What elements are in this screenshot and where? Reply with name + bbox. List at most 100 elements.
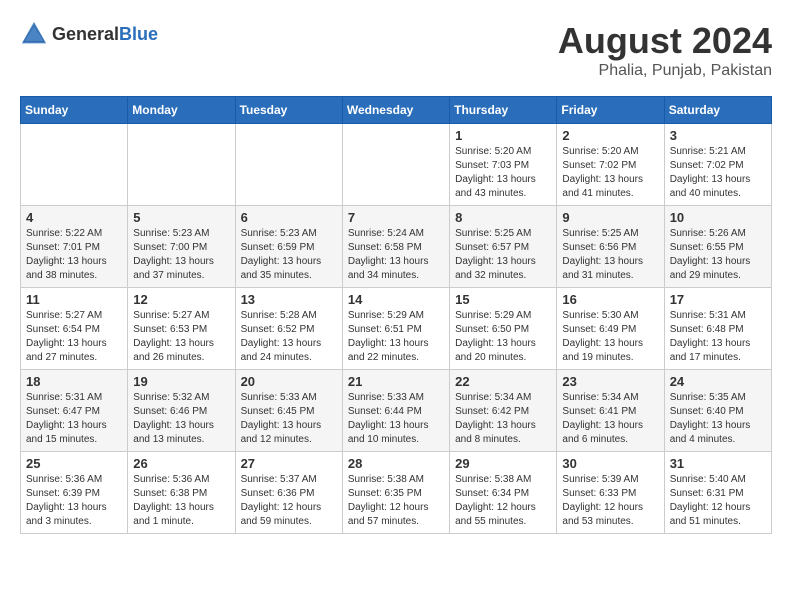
day-number: 1 xyxy=(455,128,551,143)
day-number: 12 xyxy=(133,292,229,307)
calendar-week-4: 18 Sunrise: 5:31 AM Sunset: 6:47 PM Dayli… xyxy=(21,370,772,452)
day-info: Sunrise: 5:29 AM Sunset: 6:50 PM Dayligh… xyxy=(455,309,551,365)
calendar-cell: 29 Sunrise: 5:38 AM Sunset: 6:34 PM Dayli… xyxy=(450,452,557,534)
day-number: 2 xyxy=(562,128,658,143)
calendar-cell: 9 Sunrise: 5:25 AM Sunset: 6:56 PM Daylig… xyxy=(557,206,664,288)
calendar-cell: 7Sunrise: 5:24 AM Sunset: 6:58 PM Daylig… xyxy=(342,206,449,288)
day-number: 20 xyxy=(241,374,337,389)
calendar-cell: 17 Sunrise: 5:31 AM Sunset: 6:48 PM Dayli… xyxy=(664,288,771,370)
day-info: Sunrise: 5:22 AM Sunset: 7:01 PM Dayligh… xyxy=(26,227,122,283)
day-info: Sunrise: 5:24 AM Sunset: 6:58 PM Dayligh… xyxy=(348,227,444,283)
calendar-week-3: 11Sunrise: 5:27 AM Sunset: 6:54 PM Dayli… xyxy=(21,288,772,370)
day-info: Sunrise: 5:32 AM Sunset: 6:46 PM Dayligh… xyxy=(133,391,229,447)
calendar-cell: 31 Sunrise: 5:40 AM Sunset: 6:31 PM Dayli… xyxy=(664,452,771,534)
day-info: Sunrise: 5:26 AM Sunset: 6:55 PM Dayligh… xyxy=(670,227,766,283)
calendar-table: SundayMondayTuesdayWednesdayThursdayFrid… xyxy=(20,96,772,534)
day-info: Sunrise: 5:28 AM Sunset: 6:52 PM Dayligh… xyxy=(241,309,337,365)
day-number: 9 xyxy=(562,210,658,225)
day-number: 29 xyxy=(455,456,551,471)
calendar-cell: 24Sunrise: 5:35 AM Sunset: 6:40 PM Dayli… xyxy=(664,370,771,452)
calendar-cell xyxy=(342,124,449,206)
day-info: Sunrise: 5:36 AM Sunset: 6:39 PM Dayligh… xyxy=(26,473,122,529)
day-info: Sunrise: 5:38 AM Sunset: 6:35 PM Dayligh… xyxy=(348,473,444,529)
logo-blue: Blue xyxy=(119,24,158,44)
calendar-cell: 20 Sunrise: 5:33 AM Sunset: 6:45 PM Dayli… xyxy=(235,370,342,452)
calendar-cell: 3 Sunrise: 5:21 AM Sunset: 7:02 PM Daylig… xyxy=(664,124,771,206)
day-number: 10 xyxy=(670,210,766,225)
day-info: Sunrise: 5:27 AM Sunset: 6:53 PM Dayligh… xyxy=(133,309,229,365)
weekday-header-sunday: Sunday xyxy=(21,97,128,124)
calendar-cell: 4 Sunrise: 5:22 AM Sunset: 7:01 PM Daylig… xyxy=(21,206,128,288)
logo: GeneralBlue xyxy=(20,20,158,48)
day-info: Sunrise: 5:25 AM Sunset: 6:56 PM Dayligh… xyxy=(562,227,658,283)
calendar-week-5: 25Sunrise: 5:36 AM Sunset: 6:39 PM Dayli… xyxy=(21,452,772,534)
weekday-header-saturday: Saturday xyxy=(664,97,771,124)
day-info: Sunrise: 5:23 AM Sunset: 7:00 PM Dayligh… xyxy=(133,227,229,283)
day-info: Sunrise: 5:37 AM Sunset: 6:36 PM Dayligh… xyxy=(241,473,337,529)
calendar-cell: 25Sunrise: 5:36 AM Sunset: 6:39 PM Dayli… xyxy=(21,452,128,534)
day-number: 5 xyxy=(133,210,229,225)
day-number: 6 xyxy=(241,210,337,225)
day-info: Sunrise: 5:30 AM Sunset: 6:49 PM Dayligh… xyxy=(562,309,658,365)
day-info: Sunrise: 5:33 AM Sunset: 6:44 PM Dayligh… xyxy=(348,391,444,447)
day-number: 26 xyxy=(133,456,229,471)
calendar-cell: 14Sunrise: 5:29 AM Sunset: 6:51 PM Dayli… xyxy=(342,288,449,370)
calendar-cell: 28 Sunrise: 5:38 AM Sunset: 6:35 PM Dayli… xyxy=(342,452,449,534)
day-number: 22 xyxy=(455,374,551,389)
day-number: 11 xyxy=(26,292,122,307)
title-block: August 2024 Phalia, Punjab, Pakistan xyxy=(558,20,772,80)
day-info: Sunrise: 5:31 AM Sunset: 6:48 PM Dayligh… xyxy=(670,309,766,365)
day-info: Sunrise: 5:39 AM Sunset: 6:33 PM Dayligh… xyxy=(562,473,658,529)
calendar-cell: 10 Sunrise: 5:26 AM Sunset: 6:55 PM Dayli… xyxy=(664,206,771,288)
day-number: 16 xyxy=(562,292,658,307)
day-info: Sunrise: 5:33 AM Sunset: 6:45 PM Dayligh… xyxy=(241,391,337,447)
calendar-cell: 5 Sunrise: 5:23 AM Sunset: 7:00 PM Daylig… xyxy=(128,206,235,288)
day-info: Sunrise: 5:25 AM Sunset: 6:57 PM Dayligh… xyxy=(455,227,551,283)
calendar-cell: 11Sunrise: 5:27 AM Sunset: 6:54 PM Dayli… xyxy=(21,288,128,370)
weekday-header-row: SundayMondayTuesdayWednesdayThursdayFrid… xyxy=(21,97,772,124)
calendar-week-2: 4 Sunrise: 5:22 AM Sunset: 7:01 PM Daylig… xyxy=(21,206,772,288)
calendar-cell: 15 Sunrise: 5:29 AM Sunset: 6:50 PM Dayli… xyxy=(450,288,557,370)
day-number: 8 xyxy=(455,210,551,225)
day-number: 31 xyxy=(670,456,766,471)
day-number: 17 xyxy=(670,292,766,307)
day-number: 28 xyxy=(348,456,444,471)
page-header: GeneralBlue August 2024 Phalia, Punjab, … xyxy=(20,20,772,80)
day-number: 23 xyxy=(562,374,658,389)
day-info: Sunrise: 5:23 AM Sunset: 6:59 PM Dayligh… xyxy=(241,227,337,283)
day-number: 14 xyxy=(348,292,444,307)
weekday-header-monday: Monday xyxy=(128,97,235,124)
day-number: 15 xyxy=(455,292,551,307)
day-info: Sunrise: 5:38 AM Sunset: 6:34 PM Dayligh… xyxy=(455,473,551,529)
day-info: Sunrise: 5:20 AM Sunset: 7:02 PM Dayligh… xyxy=(562,145,658,201)
calendar-cell: 22 Sunrise: 5:34 AM Sunset: 6:42 PM Dayli… xyxy=(450,370,557,452)
day-info: Sunrise: 5:40 AM Sunset: 6:31 PM Dayligh… xyxy=(670,473,766,529)
calendar-cell: 12 Sunrise: 5:27 AM Sunset: 6:53 PM Dayli… xyxy=(128,288,235,370)
calendar-week-1: 1Sunrise: 5:20 AM Sunset: 7:03 PM Daylig… xyxy=(21,124,772,206)
weekday-header-thursday: Thursday xyxy=(450,97,557,124)
day-info: Sunrise: 5:35 AM Sunset: 6:40 PM Dayligh… xyxy=(670,391,766,447)
day-number: 4 xyxy=(26,210,122,225)
logo-general: General xyxy=(52,24,119,44)
weekday-header-friday: Friday xyxy=(557,97,664,124)
calendar-cell: 2 Sunrise: 5:20 AM Sunset: 7:02 PM Daylig… xyxy=(557,124,664,206)
day-info: Sunrise: 5:21 AM Sunset: 7:02 PM Dayligh… xyxy=(670,145,766,201)
calendar-cell: 21Sunrise: 5:33 AM Sunset: 6:44 PM Dayli… xyxy=(342,370,449,452)
calendar-cell: 23Sunrise: 5:34 AM Sunset: 6:41 PM Dayli… xyxy=(557,370,664,452)
weekday-header-tuesday: Tuesday xyxy=(235,97,342,124)
calendar-cell: 13 Sunrise: 5:28 AM Sunset: 6:52 PM Dayli… xyxy=(235,288,342,370)
day-number: 18 xyxy=(26,374,122,389)
calendar-cell: 18 Sunrise: 5:31 AM Sunset: 6:47 PM Dayli… xyxy=(21,370,128,452)
day-info: Sunrise: 5:31 AM Sunset: 6:47 PM Dayligh… xyxy=(26,391,122,447)
day-number: 27 xyxy=(241,456,337,471)
calendar-cell: 6 Sunrise: 5:23 AM Sunset: 6:59 PM Daylig… xyxy=(235,206,342,288)
month-title: August 2024 xyxy=(558,20,772,62)
calendar-cell: 30 Sunrise: 5:39 AM Sunset: 6:33 PM Dayli… xyxy=(557,452,664,534)
day-info: Sunrise: 5:34 AM Sunset: 6:42 PM Dayligh… xyxy=(455,391,551,447)
day-number: 3 xyxy=(670,128,766,143)
calendar-cell: 27 Sunrise: 5:37 AM Sunset: 6:36 PM Dayli… xyxy=(235,452,342,534)
day-number: 30 xyxy=(562,456,658,471)
day-number: 13 xyxy=(241,292,337,307)
calendar-cell: 19Sunrise: 5:32 AM Sunset: 6:46 PM Dayli… xyxy=(128,370,235,452)
calendar-cell: 1Sunrise: 5:20 AM Sunset: 7:03 PM Daylig… xyxy=(450,124,557,206)
